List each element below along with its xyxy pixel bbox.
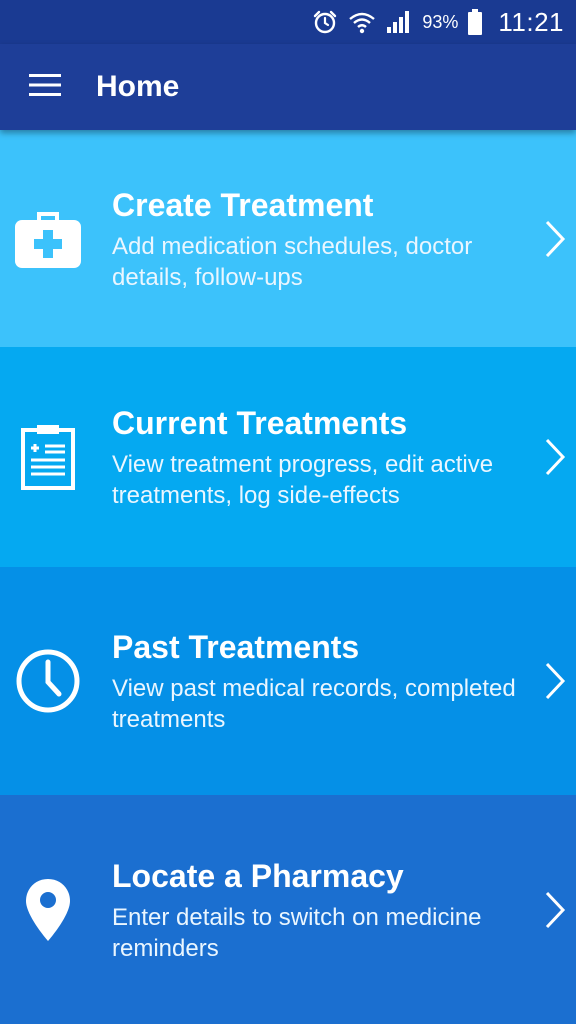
past-treatments-card[interactable]: Past Treatments View past medical record…: [0, 567, 576, 795]
card-title: Past Treatments: [112, 629, 360, 665]
locate-pharmacy-card[interactable]: Locate a Pharmacy Enter details to switc…: [0, 795, 576, 1024]
page-title: Home: [96, 70, 180, 103]
clock-icon: [14, 647, 82, 715]
alarm-icon: [312, 9, 338, 35]
status-bar: 93% 11:21: [0, 0, 576, 44]
hamburger-menu-icon: [29, 73, 61, 101]
create-treatment-card[interactable]: Create Treatment Add medication schedule…: [0, 130, 576, 347]
clipboard-icon: [14, 423, 82, 491]
card-title: Locate a Pharmacy: [112, 857, 404, 894]
card-title: Create Treatment: [112, 186, 374, 223]
first-aid-kit-icon: [14, 205, 82, 273]
card-text: Create Treatment Add medication schedule…: [112, 185, 532, 293]
card-description: View treatment progress, edit active tre…: [112, 451, 494, 509]
menu-button[interactable]: [0, 44, 90, 130]
location-pin-icon: [14, 876, 82, 944]
battery-percent: 93%: [422, 11, 459, 32]
chevron-right-icon: [544, 219, 566, 259]
battery-icon: [468, 9, 483, 35]
card-description: Add medication schedules, doctor details…: [112, 232, 473, 291]
card-text: Current Treatments View treatment progre…: [112, 403, 532, 511]
app-bar: Home: [0, 44, 576, 130]
treatment-menu: Create Treatment Add medication schedule…: [0, 130, 576, 1024]
chevron-right-icon: [544, 437, 566, 477]
wifi-icon: [348, 9, 376, 35]
card-description: Enter details to switch on medicine remi…: [112, 903, 482, 962]
chevron-right-icon: [544, 661, 566, 701]
signal-icon: [386, 10, 412, 34]
card-title: Current Treatments: [112, 405, 408, 441]
current-treatments-card[interactable]: Current Treatments View treatment progre…: [0, 347, 576, 567]
card-description: View past medical records, completed tre…: [112, 675, 516, 733]
card-text: Locate a Pharmacy Enter details to switc…: [112, 856, 532, 964]
card-text: Past Treatments View past medical record…: [112, 627, 532, 735]
clock: 11:21: [498, 6, 564, 37]
chevron-right-icon: [544, 890, 566, 930]
